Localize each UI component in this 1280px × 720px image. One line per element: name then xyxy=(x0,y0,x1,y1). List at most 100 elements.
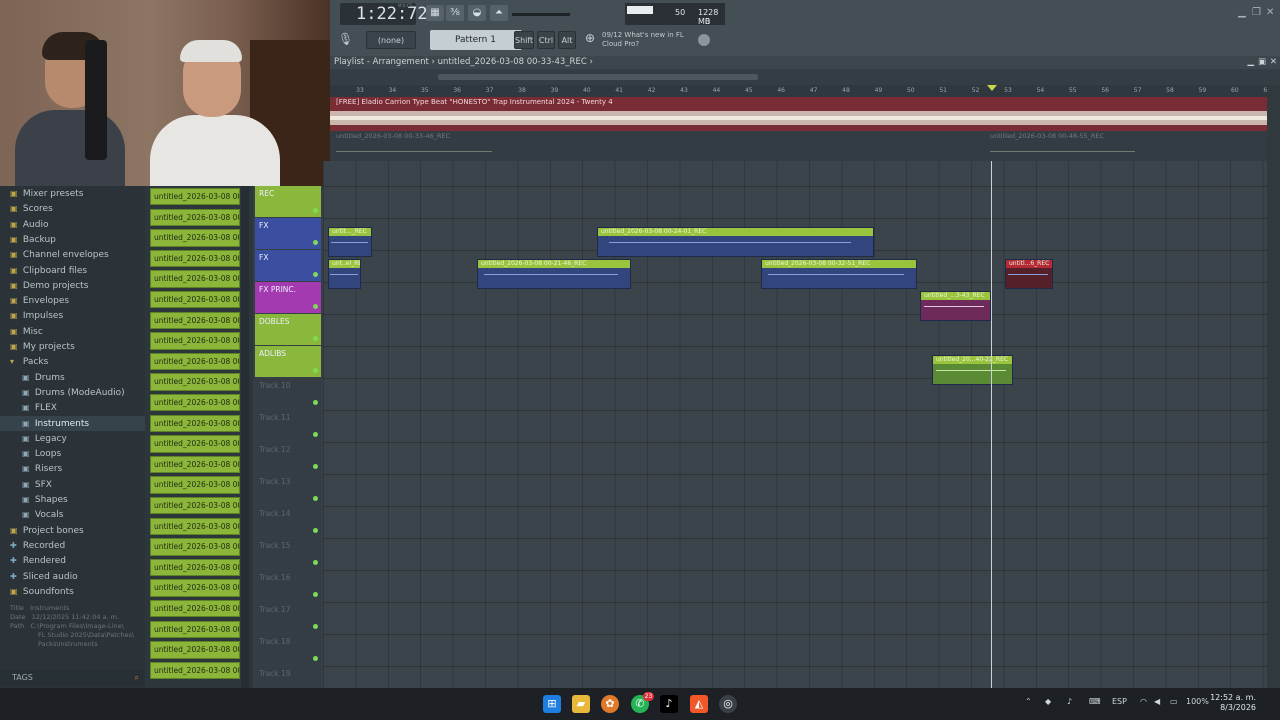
tags-bar[interactable]: TAGS ⌕ xyxy=(0,670,145,686)
browser-item[interactable]: ▣ Mixer presets xyxy=(0,186,145,201)
picker-clip[interactable]: untitled_2026-03-08 00- xyxy=(150,249,240,268)
track-header[interactable]: Track 11 xyxy=(255,410,321,441)
browser-item[interactable]: ▾ Packs xyxy=(0,354,145,369)
pattern-selector[interactable]: Pattern 1 xyxy=(430,30,522,50)
clip-adlibs-1[interactable]: untitled_20...40-22_REC xyxy=(932,355,1013,385)
track-header[interactable]: Track 15 xyxy=(255,538,321,569)
clip-fx2-1[interactable]: unt..el_REC xyxy=(328,259,361,289)
clip-fx2-2[interactable]: untitled_2026-03-08 00-21-46_REC xyxy=(477,259,631,289)
browser-item[interactable]: ▣ FLEX xyxy=(0,400,145,415)
track-header[interactable]: REC xyxy=(255,186,321,217)
picker-clip[interactable]: untitled_2026-03-08 00- xyxy=(150,641,240,659)
browser-item[interactable]: ▣ Project bones xyxy=(0,523,145,538)
browser-item[interactable]: ▣ Risers xyxy=(0,461,145,476)
track-mute-led[interactable] xyxy=(313,560,318,565)
shift-button[interactable]: Shift xyxy=(514,31,534,49)
track-mute-led[interactable] xyxy=(313,368,318,373)
picker-clip[interactable]: untitled_2026-03-08 00- xyxy=(150,373,240,391)
track-header[interactable]: FX PRINC. xyxy=(255,282,321,313)
preset-selector[interactable]: (none) xyxy=(366,31,416,49)
browser-item[interactable]: ▣ Channel envelopes xyxy=(0,247,145,262)
playlist-maximize-icon[interactable]: ▣ xyxy=(1258,56,1266,69)
clip-fx2-3[interactable]: untitled_2026-03-08 00-32-51_REC xyxy=(761,259,917,289)
picker-clip[interactable]: untitled_2026-03-08 00- xyxy=(150,291,240,309)
browser-item[interactable]: ▣ My projects xyxy=(0,339,145,354)
picker-clip[interactable]: untitled_2026-03-08 00- xyxy=(150,538,240,556)
picker-clip[interactable]: untitled_2026-03-08 00- xyxy=(150,394,240,412)
brave-icon[interactable]: ◭ xyxy=(690,695,708,713)
track-mute-led[interactable] xyxy=(313,528,318,533)
browser-item[interactable]: ▣ Loops xyxy=(0,446,145,461)
metronome-icon[interactable]: ⏶ xyxy=(490,5,508,21)
picker-clip[interactable]: untitled_2026-03-08 00- xyxy=(150,579,240,597)
start-icon[interactable]: ⊞ xyxy=(543,695,561,713)
browser-item[interactable]: ▣ Misc xyxy=(0,324,145,339)
clip-fxprinc-1[interactable]: untitled_...3-43_REC xyxy=(920,291,991,321)
picker-clip[interactable]: untitled_2026-03-08 00- xyxy=(150,476,240,494)
browser-item[interactable]: ▣ Demo projects xyxy=(0,278,145,293)
browser-item[interactable]: ▣ SFX xyxy=(0,477,145,492)
track-mute-led[interactable] xyxy=(313,304,318,309)
song-position-marker[interactable] xyxy=(987,85,997,91)
keyboard-icon[interactable]: ⌨ xyxy=(1089,697,1101,706)
track-header[interactable]: Track 16 xyxy=(255,570,321,601)
track-header[interactable]: FX xyxy=(255,250,321,281)
picker-clip[interactable]: untitled_2026-03-08 00- xyxy=(150,455,240,474)
picker-clip[interactable]: untitled_2026-03-08 00- xyxy=(150,497,240,515)
browser-item[interactable]: ▣ Envelopes xyxy=(0,293,145,308)
clock[interactable]: 12:52 a. m. 8/3/2026 xyxy=(1208,693,1256,713)
track-header[interactable]: DOBLES xyxy=(255,314,321,345)
browser-item[interactable]: ▣ Soundfonts xyxy=(0,584,145,599)
picker-clip[interactable]: untitled_2026-03-08 00- xyxy=(150,414,240,432)
browser-item[interactable]: ✚ Rendered xyxy=(0,553,145,568)
chevron-up-icon[interactable]: ⌃ xyxy=(1025,697,1032,706)
language-indicator[interactable]: ESP xyxy=(1112,697,1127,706)
record-mode-icon[interactable]: ◒ xyxy=(468,5,486,21)
track-header[interactable]: Track 18 xyxy=(255,634,321,665)
playlist-minimize-icon[interactable]: ▁ xyxy=(1247,56,1254,69)
picker-clip[interactable]: untitled_2026-03-08 00- xyxy=(150,435,240,453)
playlist-close-icon[interactable]: ✕ xyxy=(1270,56,1277,69)
mic-record-icon[interactable]: 🎙 xyxy=(338,32,354,48)
restore-icon[interactable]: ❐ xyxy=(1252,8,1262,18)
picker-clip[interactable]: untitled_2026-03-08 00- xyxy=(150,332,240,350)
browser-item[interactable]: ▣ Shapes xyxy=(0,492,145,507)
browser-item[interactable]: ▣ Audio xyxy=(0,217,145,232)
close-icon[interactable]: ✕ xyxy=(1266,8,1276,18)
picker-clip[interactable]: untitled_2026-03-08 00- xyxy=(150,229,240,247)
browser-item[interactable]: ▣ Legacy xyxy=(0,431,145,446)
browser-item[interactable]: ▣ Vocals xyxy=(0,507,145,522)
track-mute-led[interactable] xyxy=(313,656,318,661)
track-header[interactable]: Track 14 xyxy=(255,506,321,537)
ctrl-button[interactable]: Ctrl xyxy=(537,31,555,49)
playhead[interactable] xyxy=(991,161,992,688)
browser-item[interactable]: ▣ Scores xyxy=(0,201,145,216)
track-header[interactable]: Track 13 xyxy=(255,474,321,505)
speaker-icon[interactable]: ◀ xyxy=(1154,697,1160,706)
browser-item[interactable]: ▣ Drums xyxy=(0,370,145,385)
picker-clip[interactable]: untitled_2026-03-08 00- xyxy=(150,270,240,288)
browser-item[interactable]: ▣ Impulses xyxy=(0,308,145,323)
app-icon[interactable]: ◎ xyxy=(719,695,737,713)
browser-item[interactable]: ✚ Sliced audio xyxy=(0,569,145,584)
playlist-breadcrumb[interactable]: Playlist - Arrangement › untitled_2026-0… xyxy=(334,57,593,67)
browser-item[interactable]: ▣ Backup xyxy=(0,232,145,247)
browser-item[interactable]: ✚ Recorded xyxy=(0,538,145,553)
top-clip-right-label[interactable]: untitled_2026-03-08 00-48-55_REC xyxy=(990,132,1104,140)
search-icon[interactable]: ⌕ xyxy=(135,670,139,686)
picker-clip[interactable]: untitled_2026-03-08 00- xyxy=(150,620,240,638)
volume-tray-icon[interactable]: ♪ xyxy=(1067,697,1072,706)
track-mute-led[interactable] xyxy=(313,208,318,213)
cloud-icon[interactable] xyxy=(698,34,710,46)
picker-clip[interactable]: untitled_2026-03-08 00- xyxy=(150,188,240,206)
track-header[interactable]: Track 10 xyxy=(255,378,321,409)
track-header[interactable]: Track 12 xyxy=(255,442,321,473)
wifi-icon[interactable]: ◠ xyxy=(1140,697,1147,706)
track-mute-led[interactable] xyxy=(313,272,318,277)
picker-clip[interactable]: untitled_2026-03-08 00- xyxy=(150,558,240,577)
track-mute-led[interactable] xyxy=(313,592,318,597)
track-mute-led[interactable] xyxy=(313,624,318,629)
browser-item[interactable]: ▣ Drums (ModeAudio) xyxy=(0,385,145,400)
vertical-scrollbar[interactable] xyxy=(1267,85,1280,688)
picker-clip[interactable]: untitled_2026-03-08 00- xyxy=(150,311,240,329)
